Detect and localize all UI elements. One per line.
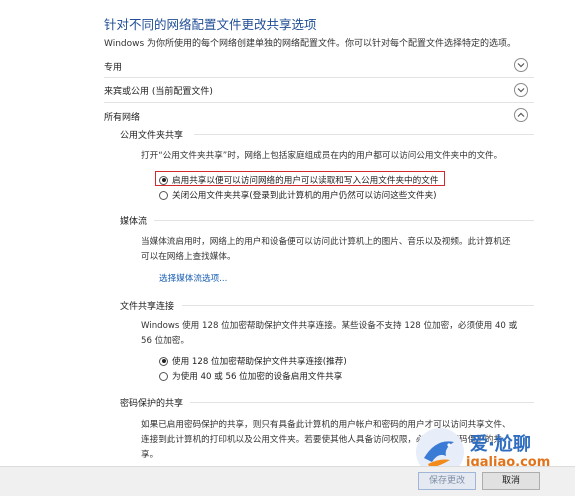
- public-share-off-option[interactable]: 关闭公用文件夹共享(登录到此计算机的用户仍然可以访问这些文件夹): [159, 189, 437, 201]
- file-sharing-description-line2: 56 位加密。: [141, 336, 190, 346]
- save-button[interactable]: 保存更改: [418, 472, 476, 490]
- radio-selected[interactable]: [159, 356, 168, 366]
- expand-private-button[interactable]: [514, 58, 528, 72]
- media-streaming-description-line2: 可以在网络上查找媒体。: [141, 252, 236, 262]
- chevron-up-icon: [517, 112, 525, 117]
- encryption-40-56-label: 为使用 40 或 56 位加密的设备启用文件共享: [172, 372, 343, 382]
- collapse-all-networks-button[interactable]: [514, 108, 528, 122]
- expand-guest-public-button[interactable]: [514, 83, 528, 97]
- password-sharing-heading: 密码保护的共享: [120, 399, 184, 409]
- divider: [154, 220, 534, 221]
- divider: [104, 102, 534, 103]
- page-title: 针对不同的网络配置文件更改共享选项: [104, 17, 317, 32]
- divider: [194, 134, 534, 135]
- radio-unselected[interactable]: [159, 190, 168, 200]
- watermark-brand: 爱·尬聊: [470, 434, 531, 455]
- media-streaming-description-line1: 当媒体流启用时，网络上的用户和设备便可以访问此计算机上的图片、音乐以及视频。此计…: [141, 237, 511, 247]
- profile-guest-public-label: 来宾或公用 (当前配置文件): [104, 87, 213, 97]
- divider: [190, 402, 534, 403]
- public-share-off-label: 关闭公用文件夹共享(登录到此计算机的用户仍然可以访问这些文件夹): [172, 191, 437, 201]
- chevron-down-icon: [517, 63, 525, 68]
- media-streaming-options-link[interactable]: 选择媒体流选项...: [159, 272, 227, 284]
- profile-private-label: 专用: [104, 63, 123, 73]
- radio-selected[interactable]: [159, 175, 168, 185]
- password-sharing-description-line3: 享。: [141, 450, 159, 460]
- divider: [104, 77, 534, 78]
- cancel-button[interactable]: 取消: [482, 472, 540, 490]
- encryption-40-56-option[interactable]: 为使用 40 或 56 位加密的设备启用文件共享: [159, 370, 342, 382]
- public-share-on-option[interactable]: 启用共享以便可以访问网络的用户可以读取和写入公用文件夹中的文件: [159, 174, 438, 186]
- chevron-down-icon: [517, 88, 525, 93]
- public-folder-heading: 公用文件夹共享: [120, 131, 184, 141]
- profile-all-networks-label: 所有网络: [104, 113, 141, 123]
- file-sharing-description-line1: Windows 使用 128 位加密帮助保护文件共享连接。某些设备不支持 128…: [141, 321, 518, 331]
- encryption-128-option[interactable]: 使用 128 位加密帮助保护文件共享连接(推荐): [159, 355, 347, 367]
- divider: [182, 305, 534, 306]
- encryption-128-label: 使用 128 位加密帮助保护文件共享连接(推荐): [172, 357, 347, 367]
- media-streaming-heading: 媒体流: [120, 217, 148, 227]
- file-sharing-heading: 文件共享连接: [120, 302, 175, 312]
- public-folder-description: 打开“公用文件夹共享”时，网络上包括家庭组成员在内的用户都可以访问公用文件夹中的…: [141, 151, 503, 161]
- public-share-on-label: 启用共享以便可以访问网络的用户可以读取和写入公用文件夹中的文件: [172, 176, 439, 186]
- radio-unselected[interactable]: [159, 371, 168, 381]
- page-subtitle: Windows 为你所使用的每个网络创建单独的网络配置文件。你可以针对每个配置文…: [104, 39, 517, 49]
